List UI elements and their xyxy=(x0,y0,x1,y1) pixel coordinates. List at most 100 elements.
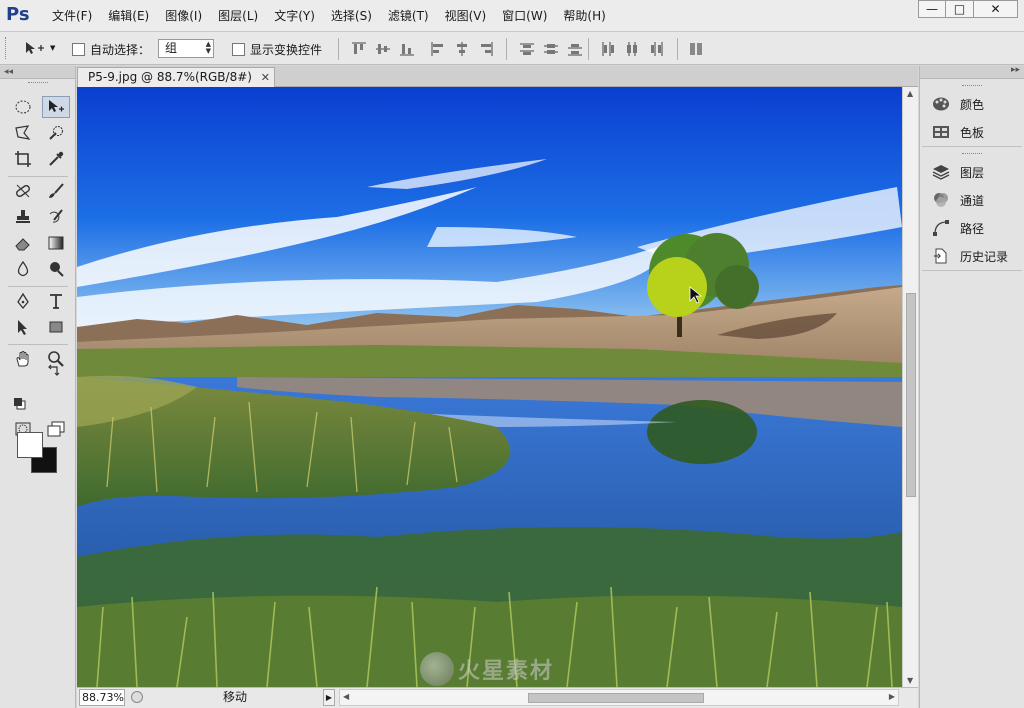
clone-stamp-tool[interactable] xyxy=(9,206,37,228)
distribute-vcenter-icon[interactable] xyxy=(543,41,559,57)
horizontal-scroll-thumb[interactable] xyxy=(528,693,704,703)
hand-tool[interactable] xyxy=(9,348,37,370)
distribute-v-buttons xyxy=(519,41,583,57)
distribute-left-icon[interactable] xyxy=(600,41,616,57)
tools-grip[interactable] xyxy=(28,82,48,84)
align-right-icon[interactable] xyxy=(478,41,494,57)
eraser-tool[interactable] xyxy=(9,232,37,254)
align-vcenter-icon[interactable] xyxy=(375,41,391,57)
eyedropper-icon xyxy=(49,151,64,166)
panel-item-history[interactable]: 历史记录 xyxy=(922,242,1022,270)
panel-item-paths[interactable]: 路径 xyxy=(922,214,1022,242)
brush-icon xyxy=(49,183,64,198)
panel-item-channels[interactable]: 通道 xyxy=(922,186,1022,214)
close-icon[interactable]: ✕ xyxy=(261,68,270,87)
lasso-tool[interactable] xyxy=(9,122,37,144)
scroll-left-icon[interactable]: ◀ xyxy=(343,692,349,701)
status-menu-button[interactable]: ▶ xyxy=(323,689,335,706)
blur-tool[interactable] xyxy=(9,258,37,280)
align-left-icon[interactable] xyxy=(430,41,446,57)
minimize-button[interactable]: — xyxy=(918,0,946,18)
menu-view[interactable]: 视图(V) xyxy=(437,8,495,24)
align-hcenter-icon[interactable] xyxy=(454,41,470,57)
scroll-right-icon[interactable]: ▶ xyxy=(889,692,895,701)
expand-panels-icon[interactable]: ▸▸ xyxy=(1011,65,1020,75)
menu-filter[interactable]: 滤镜(T) xyxy=(380,8,437,24)
align-top-icon[interactable] xyxy=(351,41,367,57)
panel-label-channels: 通道 xyxy=(960,193,985,208)
vertical-scroll-thumb[interactable] xyxy=(906,293,916,497)
status-info-icon[interactable] xyxy=(131,691,143,703)
menu-help[interactable]: 帮助(H) xyxy=(555,8,613,24)
menu-select[interactable]: 选择(S) xyxy=(323,8,380,24)
dodge-tool[interactable] xyxy=(42,258,70,280)
distribute-top-icon[interactable] xyxy=(519,41,535,57)
options-grip[interactable] xyxy=(5,37,8,59)
document-canvas[interactable] xyxy=(77,87,902,687)
stamp-icon xyxy=(16,210,30,223)
chevron-down-icon: ▼ xyxy=(50,44,56,52)
show-transform-label: 显示变换控件 xyxy=(250,43,323,57)
menu-type[interactable]: 文字(Y) xyxy=(266,8,323,24)
panel-grip[interactable] xyxy=(922,82,1022,90)
type-tool[interactable] xyxy=(42,290,70,312)
panel-item-layers[interactable]: 图层 xyxy=(922,158,1022,186)
vertical-scrollbar[interactable]: ▲ ▼ xyxy=(902,87,918,687)
distribute-right-icon[interactable] xyxy=(648,41,664,57)
path-select-tool[interactable] xyxy=(9,316,37,338)
swap-colors-button[interactable] xyxy=(44,361,64,381)
panel-item-swatches[interactable]: 色板 xyxy=(922,118,1022,146)
move-tool[interactable] xyxy=(42,96,70,118)
swatches-icon xyxy=(933,126,949,138)
eyedropper-tool[interactable] xyxy=(42,148,70,170)
distribute-hcenter-icon[interactable] xyxy=(624,41,640,57)
panel-label-history: 历史记录 xyxy=(960,249,1009,264)
scroll-down-icon[interactable]: ▼ xyxy=(907,676,913,685)
menu-edit[interactable]: 编辑(E) xyxy=(100,8,157,24)
panel-grip[interactable] xyxy=(922,150,1022,158)
menu-file[interactable]: 文件(F) xyxy=(50,8,100,24)
marquee-tool[interactable] xyxy=(9,96,37,118)
foreground-color-swatch[interactable] xyxy=(17,432,43,458)
auto-align-layers-icon[interactable] xyxy=(688,41,704,57)
menu-image[interactable]: 图像(I) xyxy=(157,8,210,24)
landscape-photo xyxy=(77,87,902,687)
align-bottom-icon[interactable] xyxy=(399,41,415,57)
crop-icon xyxy=(15,151,31,167)
auto-select-checkbox[interactable] xyxy=(72,43,85,56)
drop-icon xyxy=(17,260,29,277)
menu-layer[interactable]: 图层(L) xyxy=(210,8,266,24)
show-transform-checkbox[interactable] xyxy=(232,43,245,56)
auto-select-dropdown[interactable]: 组 ▲ ▼ xyxy=(158,39,214,58)
panel-item-color[interactable]: 颜色 xyxy=(922,90,1022,118)
healing-brush-tool[interactable] xyxy=(9,180,37,202)
document-tab[interactable]: P5-9.jpg @ 88.7%(RGB/8#) ✕ xyxy=(77,67,275,87)
brush-tool[interactable] xyxy=(42,180,70,202)
close-button[interactable]: ✕ xyxy=(974,0,1018,18)
crop-tool[interactable] xyxy=(9,148,37,170)
quick-select-tool[interactable] xyxy=(42,122,70,144)
pen-tool[interactable] xyxy=(9,290,37,312)
scroll-up-icon[interactable]: ▲ xyxy=(907,89,913,98)
zoom-level-field[interactable]: 88.73% xyxy=(79,689,125,706)
maximize-button[interactable]: □ xyxy=(946,0,974,18)
tools-separator xyxy=(8,344,68,345)
gradient-tool[interactable] xyxy=(42,232,70,254)
tool-preset-picker[interactable]: ▼ xyxy=(24,39,62,57)
horizontal-scrollbar[interactable]: ◀ ▶ xyxy=(339,689,899,706)
dodge-icon xyxy=(50,262,64,277)
window-controls: — □ ✕ xyxy=(918,0,1018,18)
right-panel-dock: ▸▸ 颜色 色板 图层 通道 路径 历史记录 xyxy=(919,65,1024,708)
menu-window[interactable]: 窗口(W) xyxy=(494,8,555,24)
layers-icon xyxy=(932,165,950,180)
watermark-logo xyxy=(420,652,454,686)
rectangle-tool[interactable] xyxy=(42,316,70,338)
panel-group-color: 颜色 色板 xyxy=(922,82,1022,147)
tools-panel-header[interactable]: ◂◂ xyxy=(0,66,75,79)
type-icon xyxy=(50,294,62,309)
default-colors-button[interactable] xyxy=(10,394,30,414)
distribute-bottom-icon[interactable] xyxy=(567,41,583,57)
history-brush-tool[interactable] xyxy=(42,206,70,228)
right-dock-header[interactable]: ▸▸ xyxy=(920,65,1024,79)
screen-mode-button[interactable] xyxy=(42,418,70,440)
